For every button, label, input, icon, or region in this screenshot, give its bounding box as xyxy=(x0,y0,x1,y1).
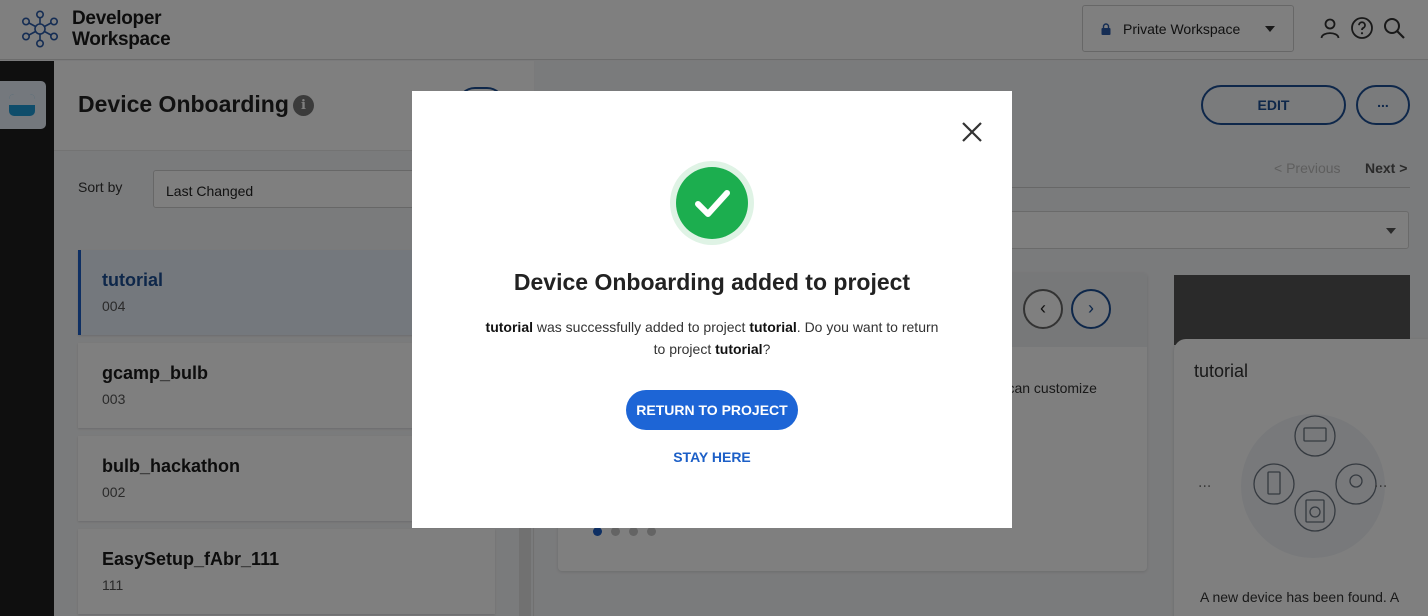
dialog-message: tutorial was successfully added to proje… xyxy=(482,316,942,360)
success-badge xyxy=(670,161,754,245)
message-project-name: tutorial xyxy=(749,319,797,335)
success-dialog: Device Onboarding added to project tutor… xyxy=(412,91,1012,528)
close-icon[interactable] xyxy=(960,120,984,144)
dialog-title: Device Onboarding added to project xyxy=(513,269,911,295)
check-circle xyxy=(676,167,748,239)
message-text: ? xyxy=(762,341,771,357)
message-project-name: tutorial xyxy=(715,341,763,357)
return-to-project-button[interactable]: RETURN TO PROJECT xyxy=(626,390,798,430)
message-text: was successfully added to project xyxy=(533,319,750,335)
check-icon xyxy=(695,190,730,217)
stay-here-button[interactable]: STAY HERE xyxy=(412,449,1012,465)
message-item-name: tutorial xyxy=(485,319,533,335)
